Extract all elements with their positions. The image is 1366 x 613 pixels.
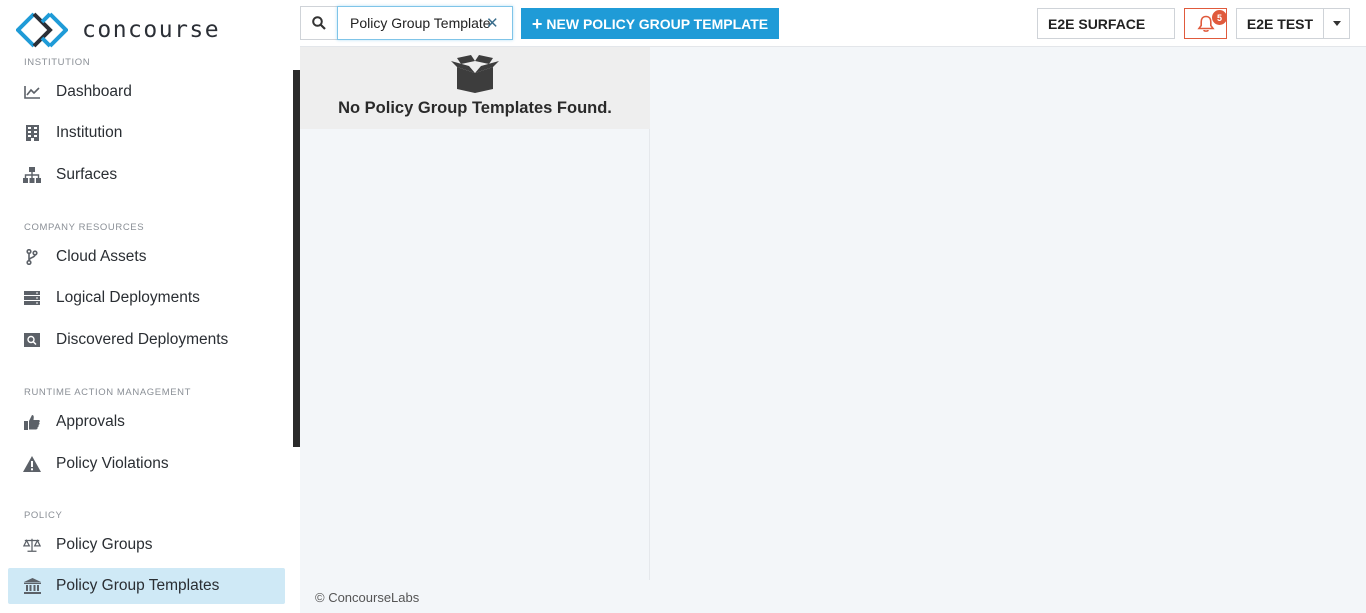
concourse-logo-icon <box>16 12 68 48</box>
top-bar: ✕ + NEW POLICY GROUP TEMPLATE E2E SURFAC… <box>300 0 1366 47</box>
search-button[interactable] <box>300 6 337 40</box>
section-label-company-resources: Company Resources <box>24 222 145 233</box>
sidebar: concourse Institution Dashboard Institut… <box>0 0 300 613</box>
sidebar-item-label: Logical Deployments <box>56 289 200 306</box>
sidebar-item-cloud-assets[interactable]: Cloud Assets <box>8 239 285 275</box>
section-label-institution: Institution <box>24 57 91 68</box>
sidebar-item-surfaces[interactable]: Surfaces <box>8 157 285 193</box>
footer-copyright: © ConcourseLabs <box>315 590 420 605</box>
plus-icon: + <box>531 13 543 34</box>
sidebar-scrollbar[interactable] <box>293 70 300 447</box>
sidebar-item-discovered-deployments[interactable]: Discovered Deployments <box>8 322 285 358</box>
thumbs-up-icon <box>23 413 41 431</box>
sitemap-icon <box>23 166 41 184</box>
user-menu-button[interactable]: E2E TEST <box>1236 8 1324 39</box>
section-label-policy: Policy <box>24 510 63 521</box>
sidebar-item-dashboard[interactable]: Dashboard <box>8 74 285 110</box>
user-menu-dropdown-toggle[interactable] <box>1323 8 1350 39</box>
sidebar-item-label: Surfaces <box>56 166 118 183</box>
sidebar-item-approvals[interactable]: Approvals <box>8 404 285 440</box>
brand-name: concourse <box>82 17 221 43</box>
sidebar-item-label: Policy Groups <box>56 536 153 553</box>
warning-icon <box>23 455 41 473</box>
sidebar-item-policy-groups[interactable]: Policy Groups <box>8 527 285 563</box>
template-list-panel: No Policy Group Templates Found. <box>300 47 650 580</box>
chart-line-icon <box>23 83 41 101</box>
sidebar-item-label: Policy Violations <box>56 455 169 472</box>
building-icon <box>23 124 41 142</box>
section-label-runtime-action-management: Runtime Action Management <box>24 387 192 398</box>
institution-icon <box>23 577 41 595</box>
sidebar-item-label: Institution <box>56 124 123 141</box>
sidebar-item-policy-violations[interactable]: Policy Violations <box>8 446 285 482</box>
notifications-button[interactable]: 5 <box>1184 8 1227 39</box>
empty-state: No Policy Group Templates Found. <box>300 47 650 129</box>
sidebar-item-logical-deployments[interactable]: Logical Deployments <box>8 280 285 316</box>
logo[interactable]: concourse <box>16 12 220 48</box>
sidebar-item-institution[interactable]: Institution <box>8 115 285 151</box>
sidebar-item-label: Cloud Assets <box>56 248 147 265</box>
search-server-icon <box>23 331 41 349</box>
notification-count-badge: 5 <box>1212 10 1227 25</box>
sidebar-item-label: Discovered Deployments <box>56 331 229 348</box>
new-button-label: NEW POLICY GROUP TEMPLATE <box>546 15 769 32</box>
open-box-icon <box>451 55 499 93</box>
sidebar-item-label: Dashboard <box>56 83 132 100</box>
sidebar-item-label: Approvals <box>56 413 125 430</box>
balance-scale-icon <box>23 536 41 554</box>
sidebar-item-label: Policy Group Templates <box>56 577 220 594</box>
clear-search-icon[interactable]: ✕ <box>486 14 499 32</box>
empty-state-message: No Policy Group Templates Found. <box>338 99 612 117</box>
surface-selector[interactable]: E2E SURFACE <box>1037 8 1175 39</box>
caret-down-icon <box>1332 21 1341 26</box>
sidebar-item-policy-group-templates[interactable]: Policy Group Templates <box>8 568 285 604</box>
server-icon <box>23 289 41 307</box>
search-icon <box>312 16 326 30</box>
new-policy-group-template-button[interactable]: + NEW POLICY GROUP TEMPLATE <box>521 8 779 39</box>
code-branch-icon <box>23 248 41 266</box>
